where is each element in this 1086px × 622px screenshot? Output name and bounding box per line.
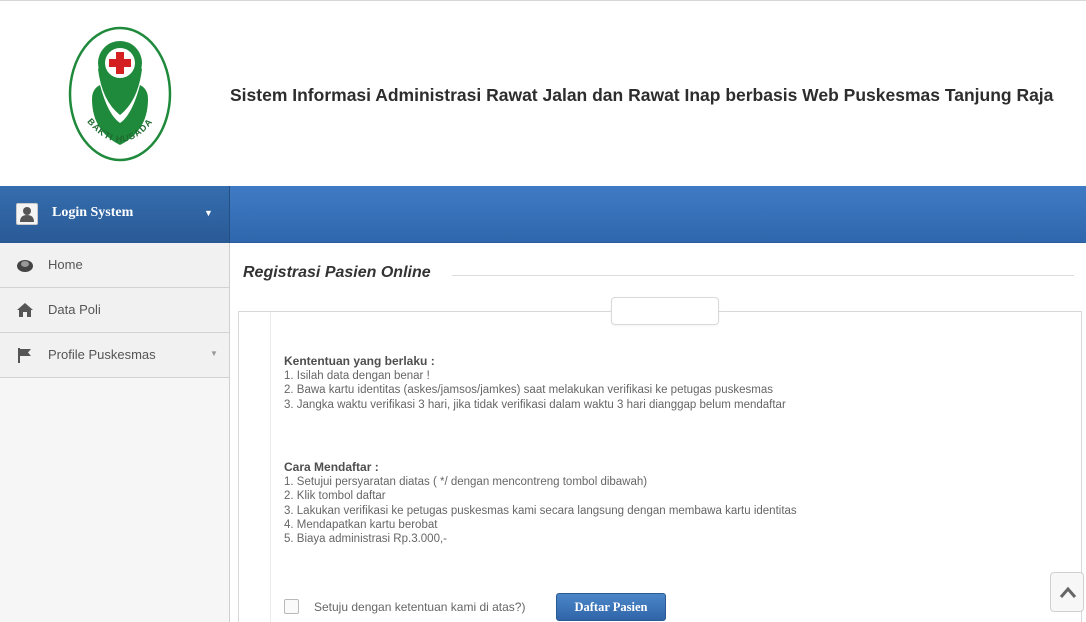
step-item: 5. Biaya administrasi Rp.3.000,- — [284, 533, 447, 546]
steps-heading: Cara Mendaftar : — [284, 460, 379, 474]
main-content: Registrasi Pasien Online Kententuan yang… — [230, 243, 1086, 622]
header: BAKTI HUSADA Sistem Informasi Administra… — [0, 0, 1086, 186]
sidebar-item-data-poli[interactable]: Data Poli — [0, 288, 229, 333]
step-item: 4. Mendapatkan kartu berobat — [284, 518, 438, 531]
login-system-menu[interactable]: Login System ▼ — [0, 186, 230, 243]
app-title: Sistem Informasi Administrasi Rawat Jala… — [230, 85, 1054, 105]
step-item: 2. Klik tombol daftar — [284, 490, 386, 503]
caret-down-icon: ▼ — [204, 208, 213, 218]
rule-item: 3. Jangka waktu verifikasi 3 hari, jika … — [284, 398, 786, 411]
house-icon — [16, 302, 34, 318]
sidebar-item-home[interactable]: Home — [0, 243, 229, 288]
chevron-down-icon: ▼ — [210, 349, 218, 358]
flag-icon — [16, 347, 34, 363]
agree-label: Setuju dengan ketentuan kami di atas?) — [314, 600, 526, 614]
rules-heading: Kententuan yang berlaku : — [284, 354, 435, 368]
steps-section: Cara Mendaftar : 1. Setujui persyaratan … — [284, 460, 797, 546]
chevron-up-icon — [1059, 586, 1077, 598]
agree-checkbox[interactable] — [284, 599, 299, 614]
sidebar-item-label: Profile Puskesmas — [48, 347, 156, 362]
sidebar-item-label: Data Poli — [48, 302, 101, 317]
panel-gutter — [239, 312, 271, 622]
user-icon — [16, 203, 38, 225]
home-icon — [16, 257, 34, 273]
login-system-label: Login System — [52, 205, 134, 220]
scroll-to-top-button[interactable] — [1050, 572, 1084, 612]
title-divider — [452, 275, 1074, 276]
panel-tab — [611, 297, 719, 325]
daftar-pasien-button[interactable]: Daftar Pasien — [556, 593, 666, 621]
rule-item: 1. Isilah data dengan benar ! — [284, 370, 430, 383]
step-item: 3. Lakukan verifikasi ke petugas puskesm… — [284, 504, 797, 517]
sidebar-item-profile-puskesmas[interactable]: Profile Puskesmas ▼ — [0, 333, 229, 378]
rule-item: 2. Bawa kartu identitas (askes/jamsos/ja… — [284, 384, 773, 397]
bakti-husada-logo: BAKTI HUSADA — [62, 19, 178, 169]
top-navbar: Login System ▼ — [0, 186, 1086, 243]
sidebar: Home Data Poli Profile Puskesmas ▼ — [0, 243, 230, 622]
registration-panel: Kententuan yang berlaku : 1. Isilah data… — [238, 297, 1082, 622]
page-title: Registrasi Pasien Online — [243, 264, 431, 281]
rules-section: Kententuan yang berlaku : 1. Isilah data… — [284, 354, 786, 412]
sidebar-item-label: Home — [48, 257, 83, 272]
step-item: 1. Setujui persyaratan diatas ( */ denga… — [284, 476, 648, 489]
